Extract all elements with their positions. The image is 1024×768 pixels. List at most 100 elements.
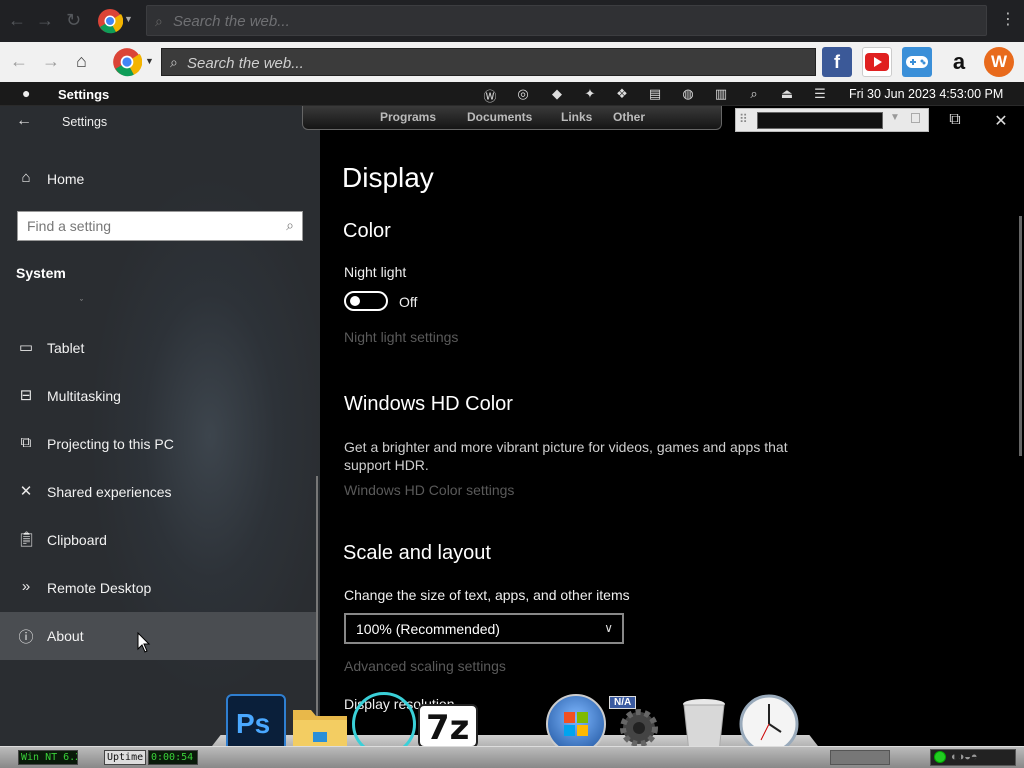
spotlight-search-icon[interactable]: ⌕ [744, 86, 764, 102]
apple-icon[interactable]: ● [22, 85, 30, 101]
wordpress-icon[interactable]: Ⓦ [480, 86, 500, 105]
tray-icons: ◐◑◒◓ [951, 751, 978, 763]
search-bar[interactable]: ⌕ [161, 48, 816, 76]
games-controller-icon[interactable] [902, 47, 932, 77]
address-dropdown-widget[interactable]: ⠿ ▼ [735, 108, 929, 132]
clipped-item-fragment: ˇ [80, 298, 83, 308]
w-bookmark-icon[interactable]: W [984, 47, 1014, 77]
search-icon: ⌕ [155, 13, 163, 29]
sync-icon[interactable]: ◎ [513, 86, 533, 102]
sidebar-item-label: About [47, 628, 84, 644]
ps-label: Ps [236, 708, 271, 739]
7zip-icon[interactable]: 7z [418, 704, 478, 748]
content-scrollbar[interactable] [1019, 216, 1022, 456]
eject-icon[interactable]: ⏏ [777, 86, 797, 102]
night-light-settings-link[interactable]: Night light settings [344, 329, 458, 345]
nav-home[interactable]: ⌂ Home [0, 155, 318, 203]
back-arrow-icon[interactable]: ← [10, 51, 28, 72]
chevron-down-icon[interactable]: ▼ [890, 112, 900, 123]
photoshop-icon[interactable]: Ps [226, 694, 286, 754]
dropdown-field[interactable] [757, 112, 883, 129]
sidebar-item-remote-desktop[interactable]: » Remote Desktop [0, 564, 318, 612]
back-arrow-icon[interactable]: ← [8, 10, 26, 31]
diamond-icon[interactable]: ◆ [547, 86, 567, 102]
display-settings-page: Display Color Night light Off Night ligh… [320, 132, 1024, 746]
uptime-readout: 0:00:54 [148, 750, 198, 765]
search-input[interactable] [173, 11, 953, 31]
7zip-label: 7z [426, 708, 470, 748]
sidebar-item-shared-experiences[interactable]: ✕ Shared experiences [0, 468, 318, 516]
dropbox-icon[interactable]: ✦ [580, 86, 600, 102]
night-light-label: Night light [344, 264, 407, 280]
forward-arrow-icon[interactable]: → [42, 51, 60, 72]
scale-dropdown-value: 100% (Recommended) [356, 621, 500, 637]
find-setting-box[interactable]: ⌕ [17, 211, 303, 241]
scale-dropdown[interactable]: 100% (Recommended) ∨ [344, 613, 624, 644]
tab-programs[interactable]: Programs [380, 110, 436, 124]
reload-icon[interactable]: ↻ [66, 10, 81, 31]
night-light-toggle[interactable] [344, 291, 388, 311]
clipboard-icon: 📋︎ [17, 531, 37, 548]
shared-experiences-icon: ✕ [19, 483, 33, 500]
folder-icon[interactable] [291, 702, 349, 752]
maximize-small-icon[interactable] [911, 113, 920, 123]
sidebar-icon[interactable]: ▥ [711, 86, 731, 102]
advanced-scaling-link[interactable]: Advanced scaling settings [344, 658, 506, 674]
search-bar[interactable]: ⌕ [146, 5, 987, 36]
forward-arrow-icon[interactable]: → [36, 10, 54, 31]
chrome-logo-icon[interactable] [112, 47, 142, 77]
menu-kebab-icon[interactable]: ⋮ [1000, 9, 1016, 29]
sidebar-item-tablet[interactable]: ▭ Tablet [0, 324, 318, 372]
scale-layout-heading: Scale and layout [343, 542, 491, 564]
chevron-down-icon: ∨ [604, 621, 613, 635]
restore-window-icon[interactable]: ⧉ [943, 111, 967, 129]
back-arrow-icon[interactable]: ← [16, 112, 32, 130]
status-slot [830, 750, 890, 765]
hd-color-settings-link[interactable]: Windows HD Color settings [344, 482, 514, 498]
nav-home-label: Home [47, 171, 85, 187]
sidebar-item-multitasking[interactable]: ⊟ Multitasking [0, 372, 318, 420]
chevron-down-icon[interactable]: ▼ [124, 14, 133, 24]
gear-na-icon[interactable]: N/A [609, 696, 667, 752]
close-window-icon[interactable]: ✕ [989, 111, 1013, 131]
youtube-icon[interactable] [862, 47, 892, 77]
search-icon[interactable]: ⌕ [286, 217, 294, 234]
search-input[interactable] [187, 53, 787, 73]
clock-icon[interactable] [739, 694, 799, 754]
cube-icon[interactable]: ❖ [612, 86, 632, 102]
uptime-label: Uptime [104, 750, 146, 765]
active-app-name[interactable]: Settings [58, 87, 109, 102]
sidebar-item-label: Remote Desktop [47, 580, 152, 596]
tab-links[interactable]: Links [561, 110, 592, 124]
about-icon: ⓘ [18, 629, 34, 646]
facebook-icon[interactable]: f [822, 47, 852, 77]
sidebar-item-projecting[interactable]: ⧉ Projecting to this PC [0, 420, 318, 468]
window-title: Settings [62, 115, 108, 129]
home-icon: ⌂ [21, 169, 31, 186]
amazon-icon[interactable]: a [944, 47, 974, 77]
tab-documents[interactable]: Documents [467, 110, 532, 124]
control-center-icon[interactable]: ☰ [810, 86, 830, 102]
globe-icon[interactable]: ◍ [678, 86, 698, 102]
tab-other[interactable]: Other [613, 110, 645, 124]
chrome-logo-icon[interactable] [97, 8, 123, 34]
stack-icon[interactable]: ▤ [645, 86, 665, 102]
color-heading: Color [343, 220, 391, 242]
home-icon[interactable]: ⌂ [76, 51, 87, 72]
browser-toolbar-top: ← → ↻ ▼ ⌕ ⋮ [0, 0, 1024, 42]
system-tray[interactable]: ◐◑◒◓ [930, 749, 1016, 766]
grip-icon[interactable]: ⠿ [739, 112, 748, 126]
hd-color-heading: Windows HD Color [344, 393, 513, 415]
sidebar-item-label: Projecting to this PC [47, 436, 174, 452]
page-title: Display [342, 162, 434, 193]
find-setting-input[interactable] [27, 218, 272, 234]
chevron-down-icon[interactable]: ▼ [145, 56, 154, 66]
sidebar-item-clipboard[interactable]: 📋︎ Clipboard [0, 516, 318, 564]
hd-color-description: Get a brighter and more vibrant picture … [344, 439, 788, 473]
remote-desktop-icon: » [21, 578, 31, 595]
status-led-icon [934, 751, 946, 763]
sidebar-item-about[interactable]: ⓘ About [0, 612, 318, 660]
settings-nav-pane: ← Settings ⌂ Home ⌕ System ˇ ▭ Tablet ⊟ … [0, 106, 320, 746]
windows-start-icon[interactable] [546, 694, 606, 754]
menubar-clock[interactable]: Fri 30 Jun 2023 4:53:00 PM [849, 87, 1003, 101]
